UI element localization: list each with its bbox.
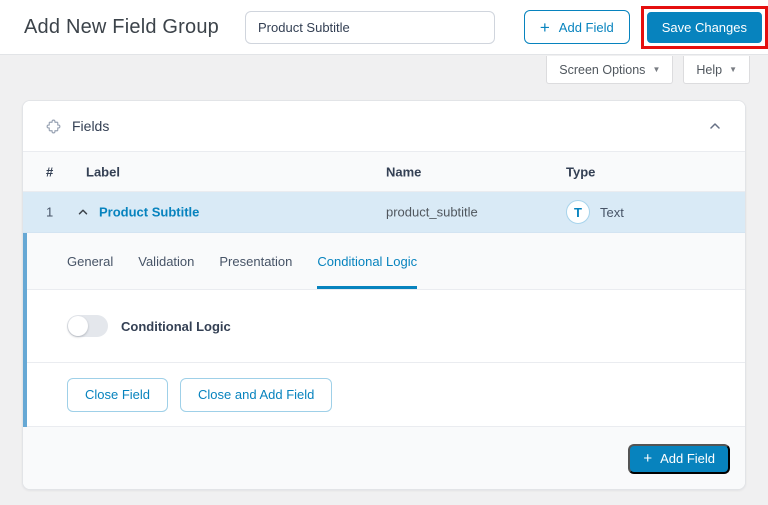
tab-validation[interactable]: Validation xyxy=(138,233,194,289)
column-label: Label xyxy=(86,164,120,179)
field-settings-section: General Validation Presentation Conditio… xyxy=(23,233,745,427)
caret-down-icon: ▼ xyxy=(652,65,660,74)
field-row-order: 1 xyxy=(46,205,53,220)
plus-icon: + xyxy=(643,451,652,466)
page-title: Add New Field Group xyxy=(24,16,219,39)
field-close-actions: Close Field Close and Add Field xyxy=(27,363,745,427)
panel-collapse-button[interactable] xyxy=(707,118,723,134)
save-changes-highlight-box: Save Changes xyxy=(641,6,768,49)
fields-panel-title: Fields xyxy=(72,118,109,134)
conditional-logic-toggle[interactable] xyxy=(67,315,108,337)
field-row-type-label: Text xyxy=(600,205,624,220)
collapse-field-chevron-icon[interactable] xyxy=(76,205,90,219)
screen-options-button[interactable]: Screen Options ▼ xyxy=(546,56,673,84)
tab-presentation[interactable]: Presentation xyxy=(219,233,292,289)
add-field-button-bottom[interactable]: + Add Field xyxy=(628,444,730,474)
help-button[interactable]: Help ▼ xyxy=(683,56,750,84)
caret-down-icon: ▼ xyxy=(729,65,737,74)
field-row-label-link[interactable]: Product Subtitle xyxy=(99,205,199,220)
field-row-type: T Text xyxy=(566,200,624,224)
page-header: Add New Field Group + Add Field Save Cha… xyxy=(0,0,768,55)
close-and-add-field-button[interactable]: Close and Add Field xyxy=(180,378,332,412)
tab-conditional-logic[interactable]: Conditional Logic xyxy=(317,233,417,289)
conditional-logic-toggle-label: Conditional Logic xyxy=(121,319,231,334)
save-changes-label: Save Changes xyxy=(662,20,747,35)
tab-general[interactable]: General xyxy=(67,233,113,289)
add-field-label: Add Field xyxy=(559,20,614,35)
field-row-product-subtitle[interactable]: 1 Product Subtitle product_subtitle T Te… xyxy=(23,192,745,233)
column-name: Name xyxy=(386,164,421,179)
fields-table-header: # Label Name Type xyxy=(23,152,745,192)
save-changes-button[interactable]: Save Changes xyxy=(647,12,762,43)
add-field-button-top[interactable]: + Add Field xyxy=(524,10,630,44)
field-group-title-input[interactable] xyxy=(245,11,495,44)
close-field-button[interactable]: Close Field xyxy=(67,378,168,412)
fields-panel: Fields # Label Name Type 1 Product Subti… xyxy=(22,100,746,490)
plus-icon: + xyxy=(540,19,550,36)
help-label: Help xyxy=(696,63,722,77)
fields-panel-footer: + Add Field xyxy=(23,427,745,490)
conditional-logic-setting: Conditional Logic xyxy=(27,290,745,363)
text-type-icon: T xyxy=(566,200,590,224)
column-type: Type xyxy=(566,164,595,179)
screen-meta-tabs: Screen Options ▼ Help ▼ xyxy=(546,56,750,84)
field-row-name: product_subtitle xyxy=(386,205,478,220)
toggle-knob xyxy=(68,316,88,336)
add-field-label: Add Field xyxy=(660,451,715,466)
column-order: # xyxy=(46,164,53,179)
fields-panel-header: Fields xyxy=(23,101,745,152)
puzzle-icon xyxy=(45,118,62,135)
screen-options-label: Screen Options xyxy=(559,63,645,77)
field-settings-tabs: General Validation Presentation Conditio… xyxy=(27,233,745,290)
